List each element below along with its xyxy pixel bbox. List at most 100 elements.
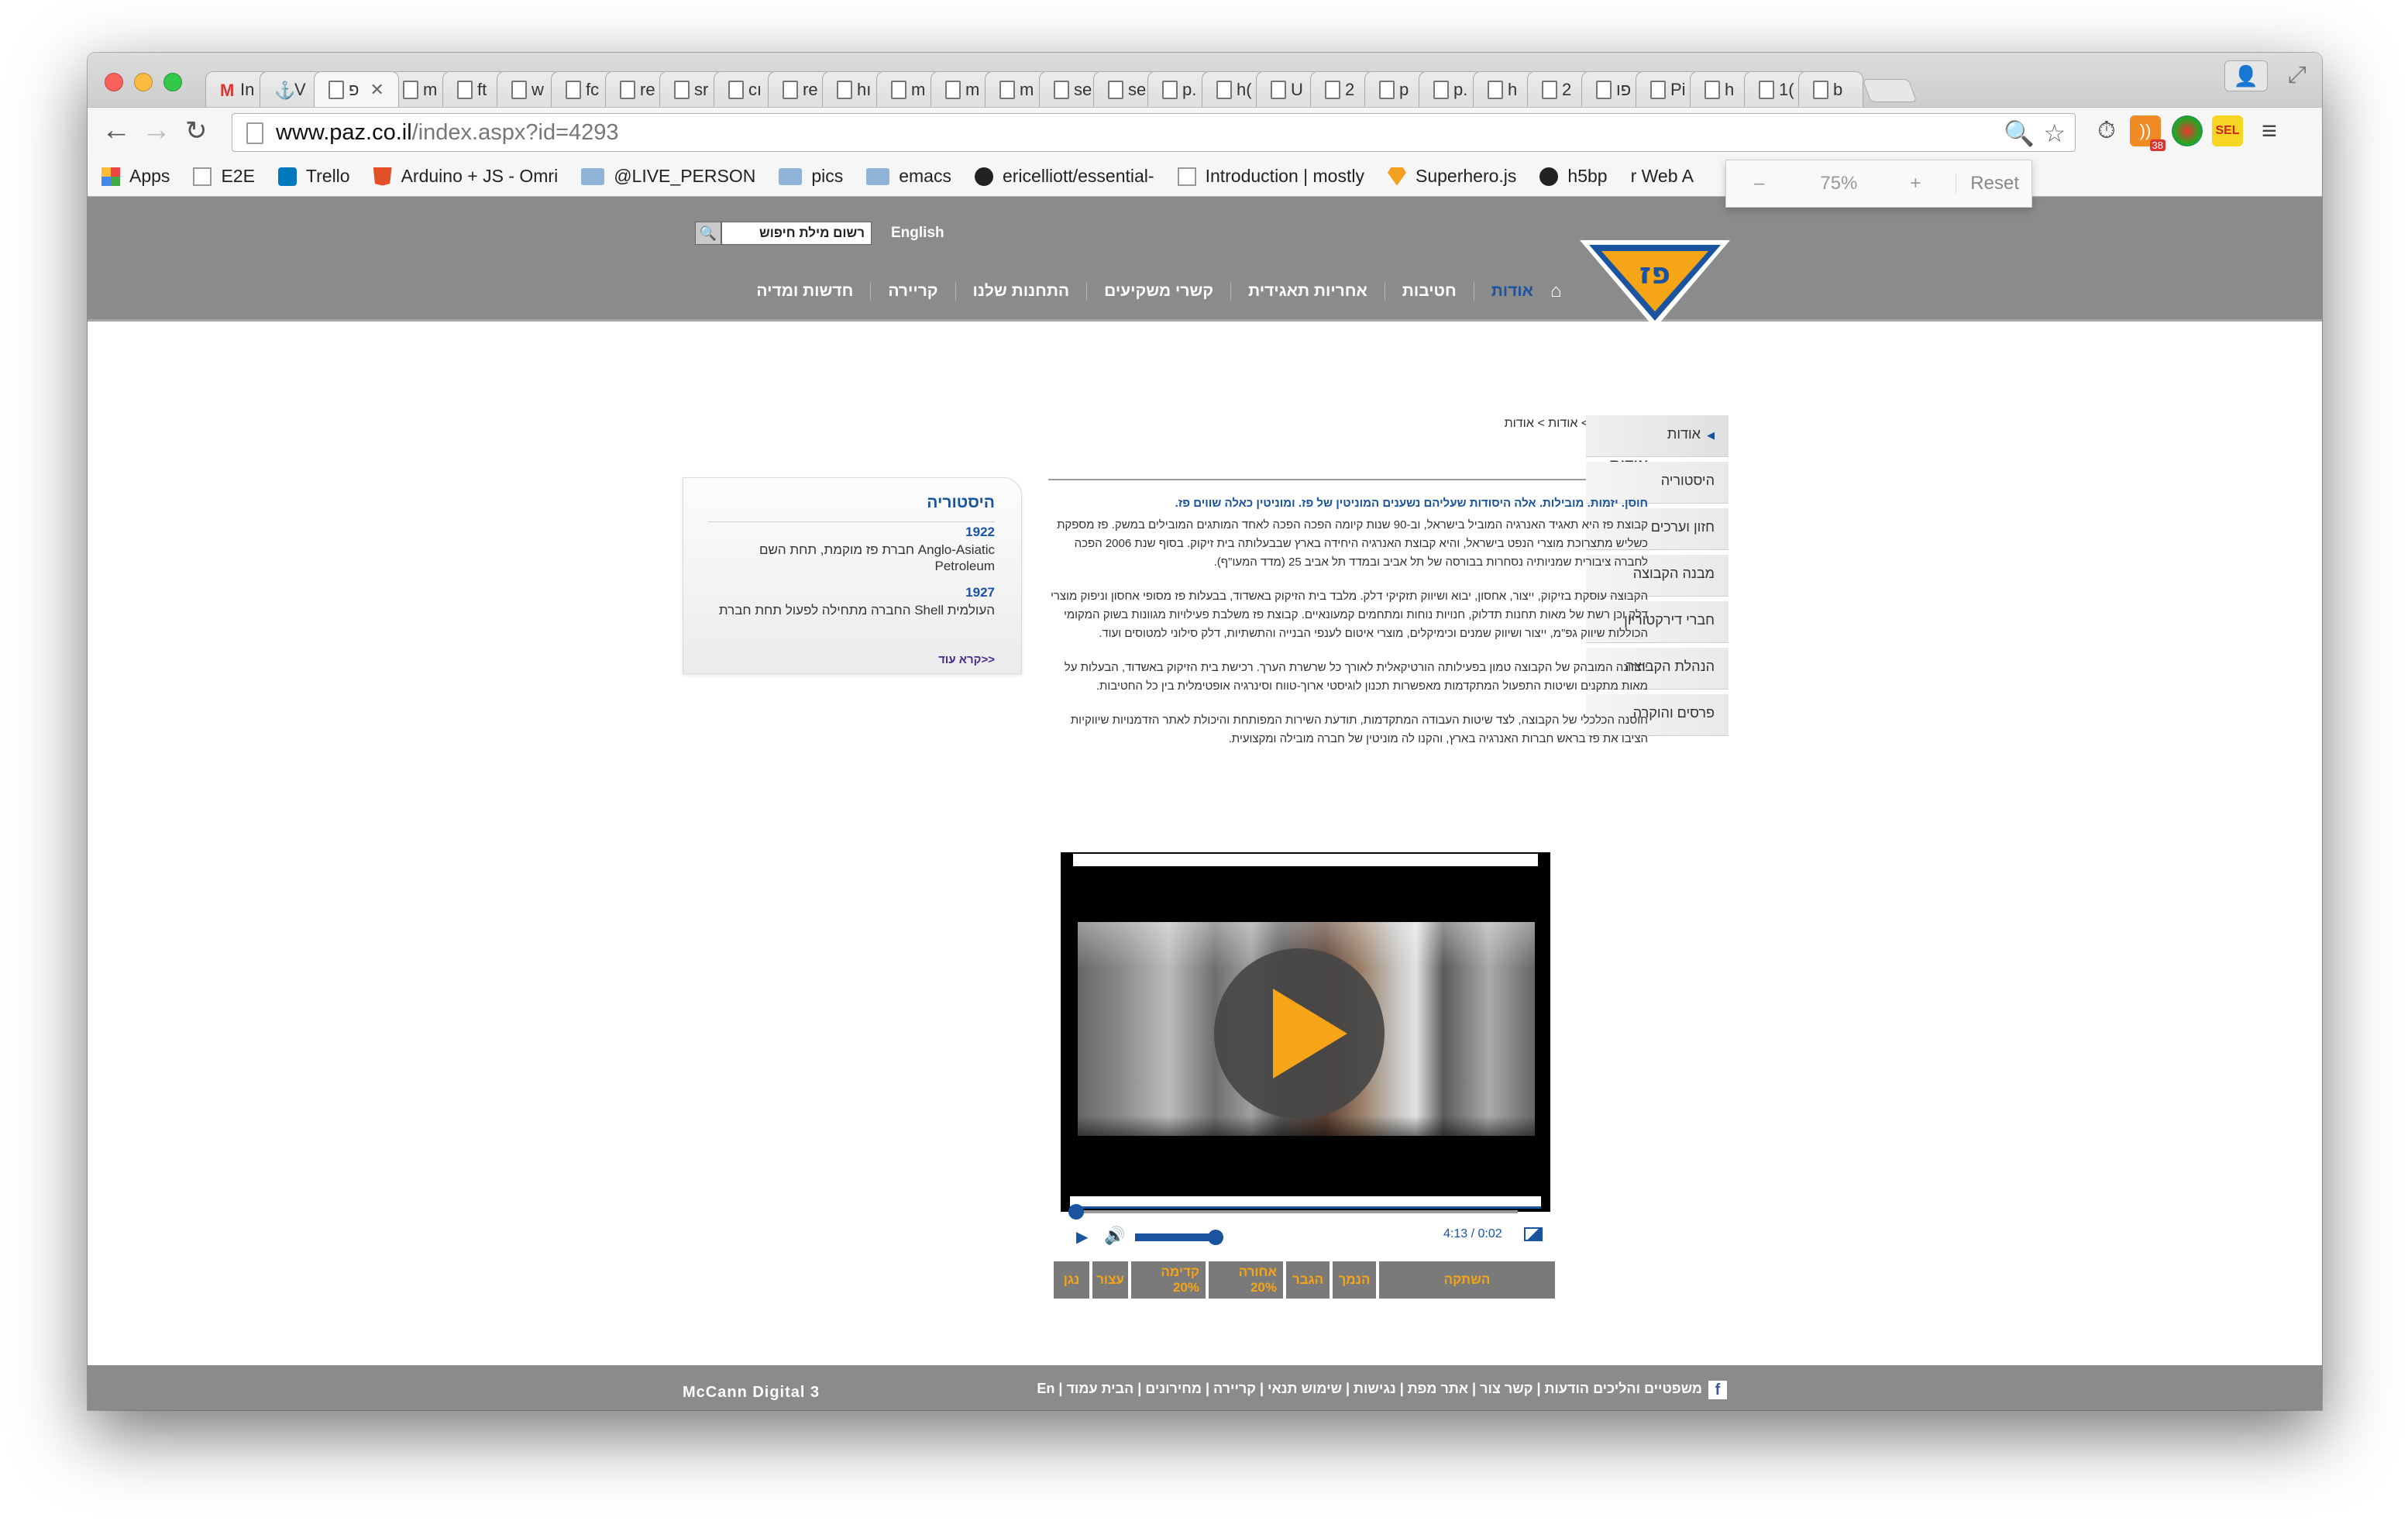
- facebook-icon[interactable]: f: [1708, 1381, 1727, 1399]
- article-paragraph: יתרונה המובהק של הקבוצה טמון בפעילותה הו…: [1064, 661, 1648, 693]
- fullscreen-icon[interactable]: [1524, 1227, 1543, 1241]
- bookmark-label: Arduino + JS - Omri: [401, 166, 559, 186]
- bookmark-item[interactable]: Arduino + JS - Omri: [373, 166, 559, 187]
- tab-title: U: [1291, 79, 1303, 99]
- page-icon: [1216, 80, 1232, 99]
- page-icon: [783, 80, 798, 99]
- nav-item[interactable]: אחריות תאגידית: [1230, 282, 1385, 301]
- seek-bar[interactable]: [1068, 1204, 1518, 1220]
- sel-extension-icon[interactable]: SEL: [2212, 115, 2243, 146]
- nav-item[interactable]: קשרי משקיעים: [1086, 282, 1230, 301]
- mccann-credit[interactable]: McCann Digital 3: [683, 1384, 820, 1402]
- nav-item[interactable]: חדשות ומדיה: [739, 282, 870, 301]
- nav-item[interactable]: קריירה: [870, 282, 955, 301]
- history-title: היסטוריה: [927, 494, 995, 511]
- english-link[interactable]: English: [891, 225, 944, 242]
- timer-extension-icon[interactable]: ⏱: [2091, 115, 2122, 146]
- page-icon: [457, 80, 473, 99]
- zoom-magnifier-icon[interactable]: 🔍: [2004, 119, 2035, 148]
- tab-title: sr: [694, 79, 709, 99]
- tab-title: V: [294, 79, 306, 99]
- search-input[interactable]: רשום מילת חיפוש: [721, 222, 872, 245]
- bookmark-item[interactable]: Apps: [101, 166, 170, 187]
- nav-item[interactable]: אודות: [1473, 282, 1550, 301]
- bookmark-label: h5bp: [1567, 166, 1608, 186]
- search-icon[interactable]: 🔍: [695, 222, 721, 245]
- bookmark-item[interactable]: @LIVE_PERSON: [581, 166, 755, 187]
- seek-handle[interactable]: [1068, 1204, 1084, 1220]
- close-window-button[interactable]: [105, 73, 123, 91]
- video-button[interactable]: נגן: [1054, 1261, 1089, 1299]
- play-overlay-button[interactable]: [1214, 948, 1385, 1119]
- bookmark-item[interactable]: Introduction | mostly: [1177, 166, 1364, 187]
- back-icon[interactable]: ←: [101, 114, 131, 147]
- reload-icon[interactable]: ↻: [185, 115, 208, 146]
- volume-handle[interactable]: [1208, 1230, 1224, 1245]
- volume-slider[interactable]: [1135, 1230, 1224, 1245]
- zoom-out-button[interactable]: –: [1726, 173, 1786, 194]
- bookmark-item[interactable]: E2E: [193, 166, 255, 187]
- minimize-window-button[interactable]: [134, 73, 153, 91]
- video-button[interactable]: הגבר: [1286, 1261, 1330, 1299]
- bookmark-label: @LIVE_PERSON: [614, 166, 756, 186]
- browser-tab[interactable]: b: [1798, 71, 1863, 107]
- read-more-link[interactable]: קרא עוד>>: [938, 653, 995, 666]
- rss-badge: 38: [2149, 139, 2165, 151]
- video-button[interactable]: עצור: [1092, 1261, 1128, 1299]
- profile-icon[interactable]: 👤: [2224, 60, 2268, 91]
- page-icon: [1325, 80, 1340, 99]
- rss-extension-icon[interactable]: )) 38: [2130, 115, 2165, 151]
- bookmark-item[interactable]: ericelliott/essential-: [974, 166, 1154, 187]
- zoom-reset-button[interactable]: Reset: [1956, 173, 2031, 194]
- address-bar[interactable]: www.paz.co.il/index.aspx?id=4293 🔍 ☆: [232, 113, 2076, 152]
- new-tab-button[interactable]: [1862, 79, 1918, 102]
- article-lead: חוסן. יזמות. מובילות. אלה היסודות שעליהם…: [1175, 497, 1648, 510]
- article-paragraph: הקבוצה עוסקת בזיקוק, ייצור, אחסון, יבוא …: [1051, 590, 1648, 640]
- tab-title: se: [1128, 79, 1147, 99]
- superhero-icon: [1387, 167, 1406, 186]
- sidebar-item[interactable]: אודות: [1586, 415, 1729, 457]
- zoom-window-button[interactable]: [163, 73, 182, 91]
- page-icon: [1108, 80, 1123, 99]
- color-extension-icon[interactable]: [2172, 115, 2203, 146]
- browser-tab[interactable]: פ ✕: [314, 71, 399, 107]
- page-icon: [1650, 80, 1666, 99]
- fullscreen-icon[interactable]: ⤢: [2288, 62, 2307, 88]
- nav-item[interactable]: התחנות שלנו: [955, 282, 1087, 301]
- video-button[interactable]: השתקה: [1379, 1261, 1555, 1299]
- paz-logo[interactable]: פז: [1574, 236, 1736, 332]
- volume-icon[interactable]: 🔊: [1104, 1226, 1125, 1246]
- play-icon[interactable]: ▶: [1076, 1227, 1088, 1247]
- history-text: החברה מתחילה לפעול תחת חברת Shell העולמי…: [718, 603, 995, 618]
- bookmark-star-icon[interactable]: ☆: [2043, 119, 2066, 148]
- page-icon: [246, 122, 263, 144]
- book-icon: [1177, 167, 1196, 186]
- bookmark-item[interactable]: r Web A: [1631, 166, 1694, 187]
- video-button[interactable]: אחורה 20%: [1209, 1261, 1283, 1299]
- home-icon[interactable]: ⌂: [1550, 280, 1574, 302]
- video-button[interactable]: קדימה 20%: [1131, 1261, 1206, 1299]
- tab-title: m: [911, 79, 926, 99]
- bookmark-item[interactable]: emacs: [866, 166, 951, 187]
- tab-title: b: [1833, 79, 1843, 99]
- zoom-in-button[interactable]: +: [1891, 173, 1939, 194]
- nav-item[interactable]: חטיבות: [1384, 282, 1474, 301]
- bookmark-item[interactable]: pics: [779, 166, 843, 187]
- tab-title: fc: [586, 79, 600, 99]
- video-player[interactable]: [1061, 852, 1550, 1212]
- bookmark-item[interactable]: Superhero.js: [1387, 166, 1516, 187]
- bookmark-item[interactable]: Trello: [277, 166, 350, 187]
- forward-icon[interactable]: →: [142, 114, 171, 147]
- tab-strip: M In ⚓ V פ ✕ m ft w fc re sr cı re hı m m m se se p. h(U 2 p p. h…: [205, 71, 1918, 107]
- github-icon: [974, 167, 993, 186]
- menu-icon[interactable]: ≡: [2254, 115, 2285, 146]
- time-readout: 4:13 / 0:02: [1443, 1227, 1502, 1240]
- video-button[interactable]: הנמך: [1333, 1261, 1376, 1299]
- close-tab-icon[interactable]: ✕: [370, 80, 384, 100]
- page-icon: [891, 80, 906, 99]
- bookmark-item[interactable]: h5bp: [1539, 166, 1608, 187]
- page-icon: [1813, 80, 1828, 99]
- page-icon: [620, 80, 635, 99]
- page-icon: [193, 167, 212, 186]
- footer-links[interactable]: משפטיים והליכים הודעות | קשר צור | אתר מ…: [986, 1381, 1702, 1397]
